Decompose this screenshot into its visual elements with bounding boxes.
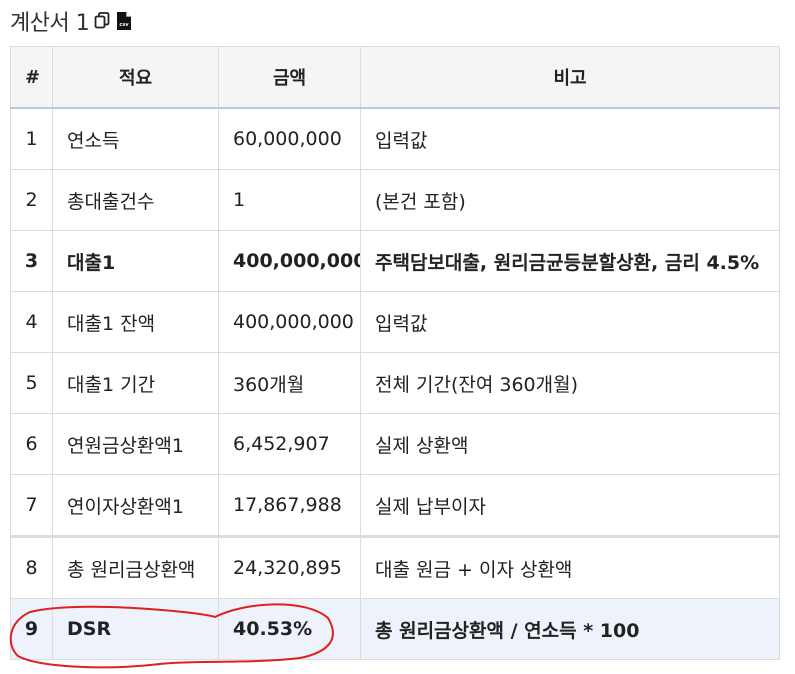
row-item: 대출1 기간	[52, 352, 219, 414]
row-note: 총 원리금상환액 / 연소득 * 100	[360, 598, 780, 660]
row-item: 대출1	[52, 230, 219, 292]
table-row: 7 연이자상환액1 17,867,988 실제 납부이자	[10, 474, 780, 537]
row-amount: 17,867,988	[218, 474, 361, 537]
row-note: 주택담보대출, 원리금균등분할상환, 금리 4.5%	[360, 230, 780, 292]
table-row: 6 연원금상환액1 6,452,907 실제 상환액	[10, 413, 780, 475]
row-number: 2	[10, 169, 53, 231]
row-amount: 6,452,907	[218, 413, 361, 475]
row-number: 1	[10, 107, 53, 170]
row-item: 연이자상환액1	[52, 474, 219, 537]
table-row: 2 총대출건수 1 (본건 포함)	[10, 169, 780, 231]
column-header-amount[interactable]: 금액	[218, 46, 361, 109]
row-item: 대출1 잔액	[52, 291, 219, 353]
row-number: 4	[10, 291, 53, 353]
row-amount: 24,320,895	[218, 535, 361, 599]
row-note: 실제 납부이자	[360, 474, 780, 537]
table-header-row: # 적요 금액 비고	[10, 46, 780, 109]
row-number: 5	[10, 352, 53, 414]
table-row-dsr: 9 DSR 40.53% 총 원리금상환액 / 연소득 * 100	[10, 598, 780, 660]
row-amount: 60,000,000	[218, 107, 361, 170]
column-header-note[interactable]: 비고	[360, 46, 780, 109]
row-number: 9	[10, 598, 53, 660]
row-note: (본건 포함)	[360, 169, 780, 231]
row-item: 총 원리금상환액	[52, 535, 219, 599]
row-amount: 40.53%	[218, 598, 361, 660]
row-note: 대출 원금 + 이자 상환액	[360, 535, 780, 599]
table-row: 1 연소득 60,000,000 입력값	[10, 107, 780, 170]
page-header: 계산서 1 csv	[10, 6, 133, 36]
column-header-item[interactable]: 적요	[52, 46, 219, 109]
row-amount: 1	[218, 169, 361, 231]
column-header-number[interactable]: #	[10, 46, 53, 109]
page-title: 계산서 1	[10, 11, 90, 36]
calculation-table: # 적요 금액 비고 1 연소득 60,000,000 입력값 2 총대출건수 …	[10, 46, 780, 660]
row-item: 연소득	[52, 107, 219, 170]
row-item: 연원금상환액1	[52, 413, 219, 475]
row-number: 7	[10, 474, 53, 537]
row-amount: 400,000,000	[218, 291, 361, 353]
table-row: 5 대출1 기간 360개월 전체 기간(잔여 360개월)	[10, 352, 780, 414]
copy-icon[interactable]	[93, 11, 111, 31]
row-number: 6	[10, 413, 53, 475]
table-row: 4 대출1 잔액 400,000,000 입력값	[10, 291, 780, 353]
row-amount: 400,000,000	[218, 230, 361, 292]
row-amount: 360개월	[218, 352, 361, 414]
row-number: 3	[10, 230, 53, 292]
row-note: 전체 기간(잔여 360개월)	[360, 352, 780, 414]
row-note: 실제 상환액	[360, 413, 780, 475]
row-number: 8	[10, 535, 53, 599]
row-note: 입력값	[360, 291, 780, 353]
table-row: 3 대출1 400,000,000 주택담보대출, 원리금균등분할상환, 금리 …	[10, 230, 780, 292]
csv-file-icon[interactable]: csv	[115, 11, 133, 31]
table-row: 8 총 원리금상환액 24,320,895 대출 원금 + 이자 상환액	[10, 535, 780, 599]
row-item: DSR	[52, 598, 219, 660]
row-note: 입력값	[360, 107, 780, 170]
csv-icon-label: csv	[120, 22, 130, 28]
row-item: 총대출건수	[52, 169, 219, 231]
